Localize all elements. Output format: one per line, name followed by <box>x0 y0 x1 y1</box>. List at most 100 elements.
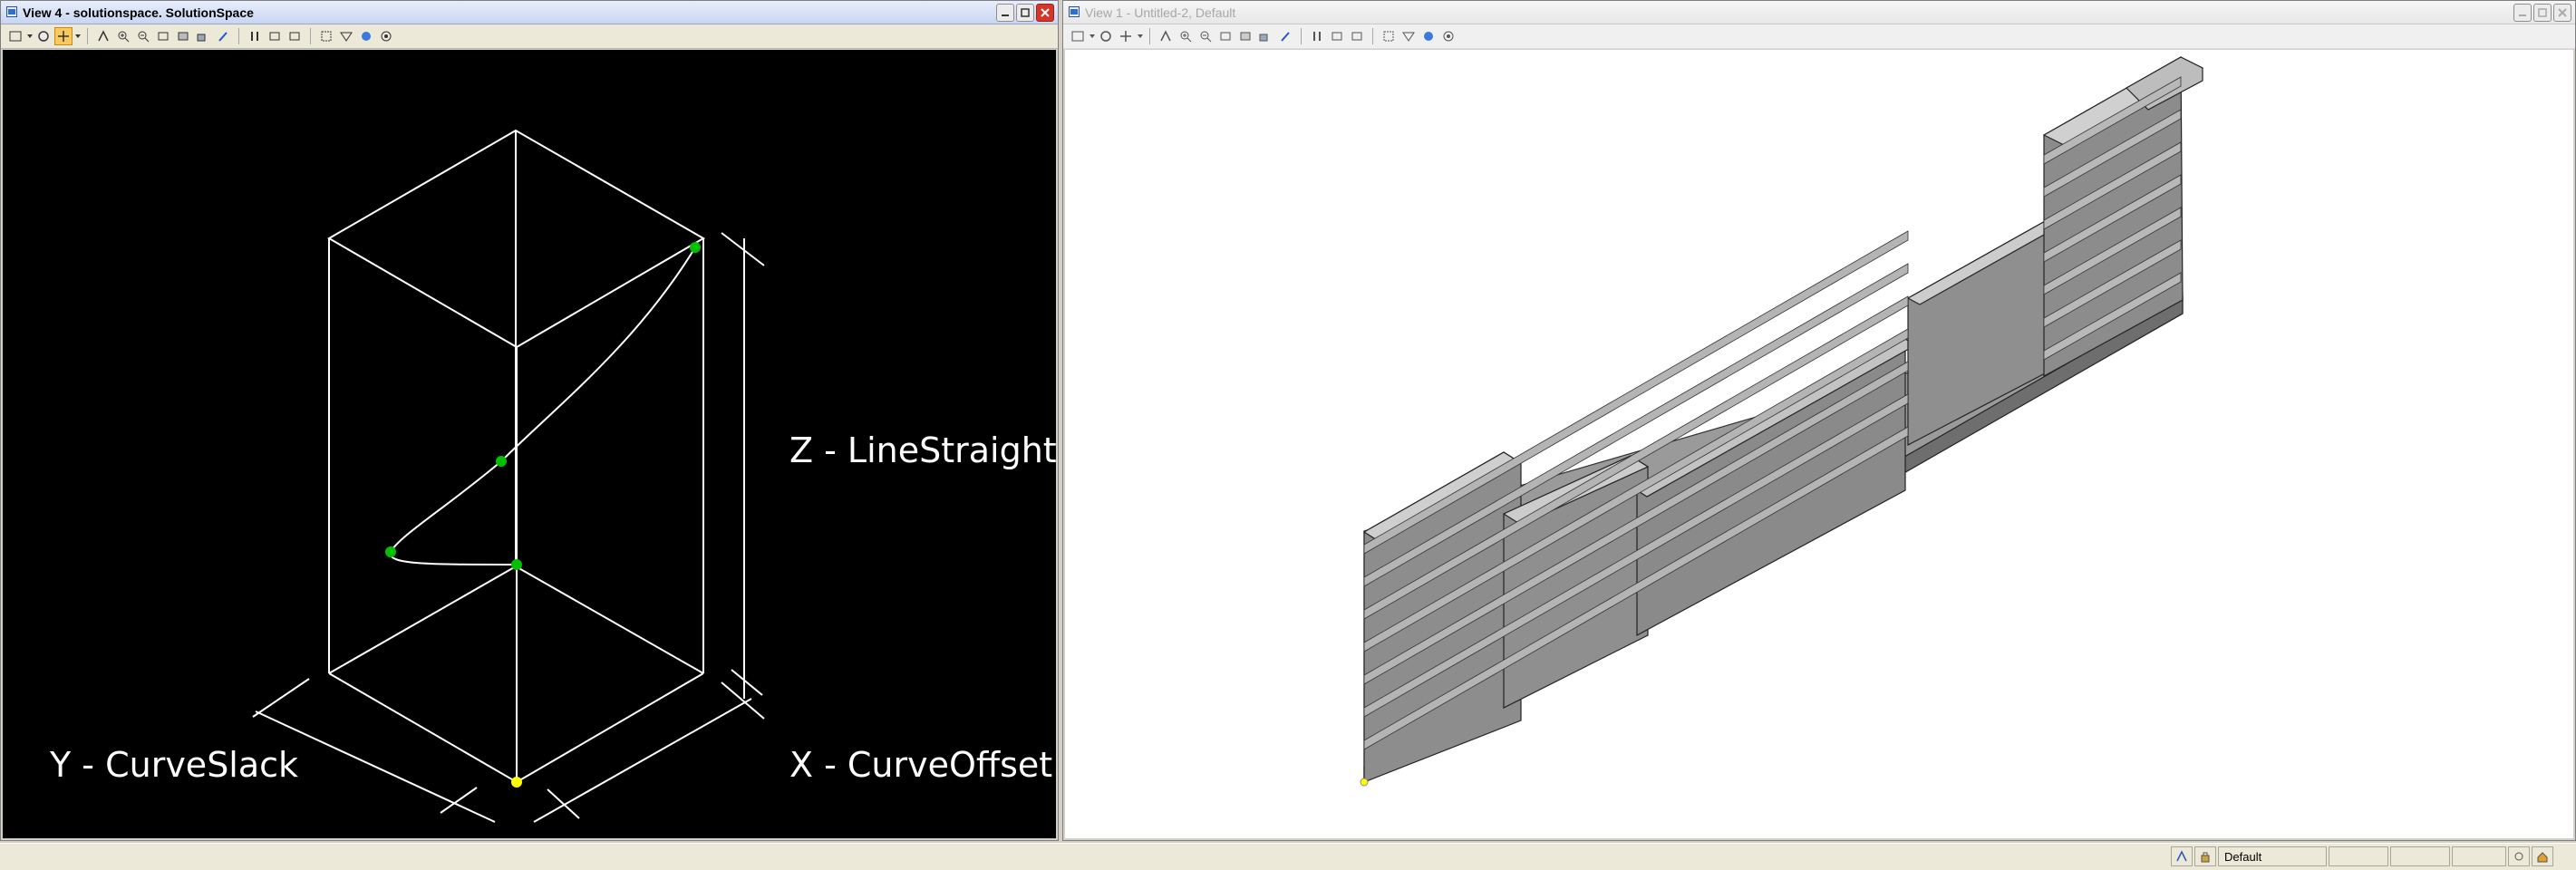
zoom-window-button[interactable] <box>1236 27 1254 45</box>
zoom-in-icon <box>1180 31 1192 43</box>
zoom-in-button[interactable] <box>1177 27 1195 45</box>
z-axis-label: Z - LineStraight <box>789 430 1057 470</box>
origin-point <box>511 777 522 788</box>
view-control-icon <box>1071 31 1084 42</box>
toolbar-separator <box>87 28 88 44</box>
display-style-button[interactable] <box>337 27 355 45</box>
home-icon <box>2537 852 2548 863</box>
view-attributes-icon <box>1443 31 1454 42</box>
copy-view-button[interactable] <box>1276 27 1294 45</box>
view-attributes-button[interactable] <box>377 27 395 45</box>
view-attributes-button[interactable] <box>1439 27 1457 45</box>
view-control-button[interactable] <box>1069 27 1087 45</box>
close-icon <box>2558 8 2567 17</box>
render-icon <box>362 32 371 41</box>
status-cell <box>2452 846 2506 866</box>
view-1-title: View 1 - Untitled-2, Default <box>1085 5 1236 20</box>
next-view-button[interactable] <box>1348 27 1366 45</box>
restore-icon <box>2538 8 2547 17</box>
pan-dropdown[interactable] <box>74 27 81 45</box>
pan-button[interactable] <box>1117 27 1135 45</box>
view-1-titlebar[interactable]: View 1 - Untitled-2, Default <box>1063 1 2575 24</box>
restore-button[interactable] <box>1016 4 1034 22</box>
render-button[interactable] <box>1419 27 1438 45</box>
minimize-icon <box>1002 14 1009 16</box>
status-snap-button[interactable] <box>2171 846 2193 866</box>
status-bar: Default <box>0 843 2576 870</box>
minimize-icon <box>2519 14 2526 16</box>
render-button[interactable] <box>357 27 375 45</box>
view-control-dropdown[interactable] <box>1089 27 1095 45</box>
chevron-down-icon <box>1089 34 1095 38</box>
previous-view-button[interactable] <box>266 27 284 45</box>
pan-icon <box>1120 31 1131 42</box>
dimension-line-x <box>533 698 752 823</box>
view-control-button[interactable] <box>6 27 24 45</box>
close-button[interactable] <box>1036 4 1054 22</box>
minimize-button[interactable] <box>2513 4 2532 22</box>
window-area-button[interactable] <box>1216 27 1235 45</box>
display-style-icon <box>340 32 353 42</box>
view-window-icon <box>6 6 17 17</box>
pan-button[interactable] <box>54 27 73 45</box>
view-control-dropdown[interactable] <box>26 27 33 45</box>
camera-button[interactable] <box>194 27 212 45</box>
zoom-out-button[interactable] <box>134 27 152 45</box>
zoom-window-button[interactable] <box>174 27 192 45</box>
camera-button[interactable] <box>1256 27 1274 45</box>
close-button[interactable] <box>2553 4 2571 22</box>
sync-icon <box>2514 852 2523 861</box>
toolbar-separator <box>238 28 239 44</box>
pan-dropdown[interactable] <box>1137 27 1143 45</box>
model-origin-point <box>1360 778 1369 787</box>
status-cell <box>2329 846 2388 866</box>
next-view-button[interactable] <box>286 27 304 45</box>
minimize-button[interactable] <box>996 4 1014 22</box>
zoom-out-button[interactable] <box>1196 27 1215 45</box>
dimension-tick <box>721 232 765 720</box>
status-view-name: Default <box>2218 846 2327 866</box>
restore-icon <box>1021 8 1030 17</box>
walk-button[interactable] <box>1308 27 1326 45</box>
walk-button[interactable] <box>246 27 264 45</box>
zoom-out-icon <box>138 31 150 43</box>
view-window-icon <box>1069 6 1080 17</box>
camera-icon <box>1259 34 1268 42</box>
pan-icon <box>58 31 69 42</box>
clip-volume-button[interactable] <box>317 27 335 45</box>
clip-volume-icon <box>321 31 332 42</box>
rotate-button[interactable] <box>34 27 53 45</box>
curve-control-point <box>496 456 507 467</box>
view-4-titlebar[interactable]: View 4 - solutionspace. SolutionSpace <box>1 1 1058 24</box>
clip-volume-button[interactable] <box>1380 27 1398 45</box>
zoom-window-icon <box>1240 32 1251 41</box>
walk-icon <box>251 32 258 41</box>
rotate-button[interactable] <box>1097 27 1115 45</box>
copy-view-button[interactable] <box>214 27 232 45</box>
clip-volume-icon <box>1383 31 1394 42</box>
display-style-button[interactable] <box>1399 27 1418 45</box>
status-sync-button[interactable] <box>2508 846 2530 866</box>
view-control-icon <box>9 31 22 42</box>
fit-view-button[interactable] <box>94 27 112 45</box>
y-axis-label: Y - CurveSlack <box>50 745 299 785</box>
status-home-button[interactable] <box>2532 846 2553 866</box>
walk-icon <box>1313 32 1321 41</box>
next-view-icon <box>289 32 300 41</box>
chevron-down-icon <box>74 34 81 38</box>
status-lock-button[interactable] <box>2194 846 2216 866</box>
window-area-button[interactable] <box>154 27 172 45</box>
fit-view-button[interactable] <box>1157 27 1175 45</box>
restore-button[interactable] <box>2533 4 2552 22</box>
dimension-tick <box>252 669 763 819</box>
model-viewport[interactable] <box>1065 50 2573 838</box>
zoom-out-icon <box>1200 31 1212 43</box>
fit-view-icon <box>1160 30 1171 42</box>
zoom-in-icon <box>118 31 130 43</box>
zoom-in-button[interactable] <box>114 27 132 45</box>
solution-space-viewport[interactable]: Z - LineStraight Y - CurveSlack X - Curv… <box>3 50 1057 838</box>
solution-curve <box>389 246 696 566</box>
view-1-toolbar <box>1063 24 2575 49</box>
previous-view-button[interactable] <box>1328 27 1346 45</box>
render-icon <box>1424 32 1433 41</box>
